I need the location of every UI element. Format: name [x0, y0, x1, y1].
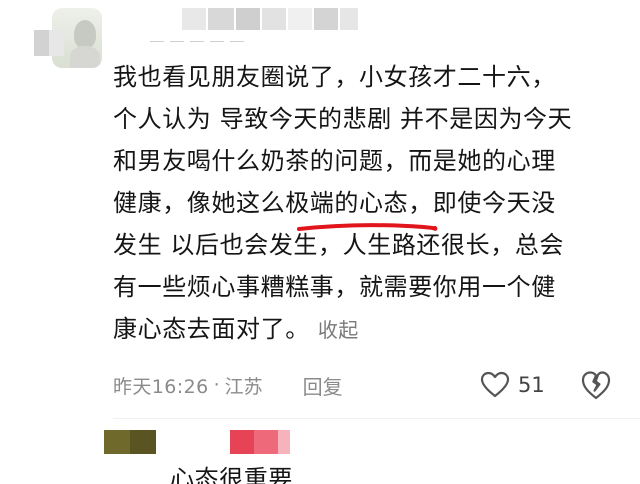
thread-divider: [113, 418, 640, 419]
avatar-censor-mosaic: [34, 30, 64, 56]
comment-line: 我也看见朋友圈说了，小女孩才二十六，: [113, 63, 556, 91]
username-censor-block: [236, 8, 260, 30]
username-censor-block: [340, 8, 358, 30]
comment-location: 江苏: [224, 375, 263, 398]
comment-line: 康心态去面对了。: [113, 315, 310, 343]
avatar-figure: [74, 20, 96, 48]
reply-text: 心态很重要: [170, 465, 293, 484]
username-censor-block: [314, 8, 338, 30]
comment-line: 个人认为 导致今天的悲剧 并不是因为今天: [113, 105, 573, 133]
meta-separator: ·: [213, 374, 220, 396]
username-censor-block: [182, 8, 206, 30]
reply-avatar-censor: [130, 430, 156, 454]
comment-line: 健康，像她这么极端的心态，即使今天没: [113, 189, 556, 217]
comment-line: 有一些烦心事糟糕事，就需要你用一个健: [113, 273, 556, 301]
username-censor-block: [288, 8, 312, 30]
comment-timestamp: 昨天16:26: [113, 375, 209, 398]
like-count: 51: [518, 373, 545, 397]
reply-username-censor: [278, 430, 290, 454]
heart-outline-icon: [480, 371, 510, 398]
comment-meta: 昨天16:26 · 江苏 回复: [113, 370, 343, 400]
collapse-button[interactable]: 收起: [318, 318, 359, 342]
comment-line-last: 康心态去面对了。 收起: [113, 308, 633, 351]
reply-avatar-censor: [104, 430, 130, 454]
broken-heart-icon[interactable]: [580, 369, 612, 401]
like-button[interactable]: 51: [480, 368, 545, 402]
username-censor-block: [262, 8, 286, 30]
reply-button[interactable]: 回复: [303, 371, 343, 400]
reply-username-censor: [254, 430, 278, 454]
username-censor-block: [208, 8, 234, 30]
avatar-figure-body: [70, 46, 100, 68]
reply-username-censor: [230, 430, 254, 454]
comment-thread: 我也看见朋友圈说了，小女孩才二十六， 个人认为 导致今天的悲剧 并不是因为今天 …: [0, 0, 640, 484]
comment-line: 和男友喝什么奶茶的问题，而是她的心理: [113, 147, 556, 175]
red-underline-annotation: [297, 223, 438, 231]
comment-text: 我也看见朋友圈说了，小女孩才二十六， 个人认为 导致今天的悲剧 并不是因为今天 …: [113, 56, 633, 351]
username-censored: [150, 32, 290, 42]
